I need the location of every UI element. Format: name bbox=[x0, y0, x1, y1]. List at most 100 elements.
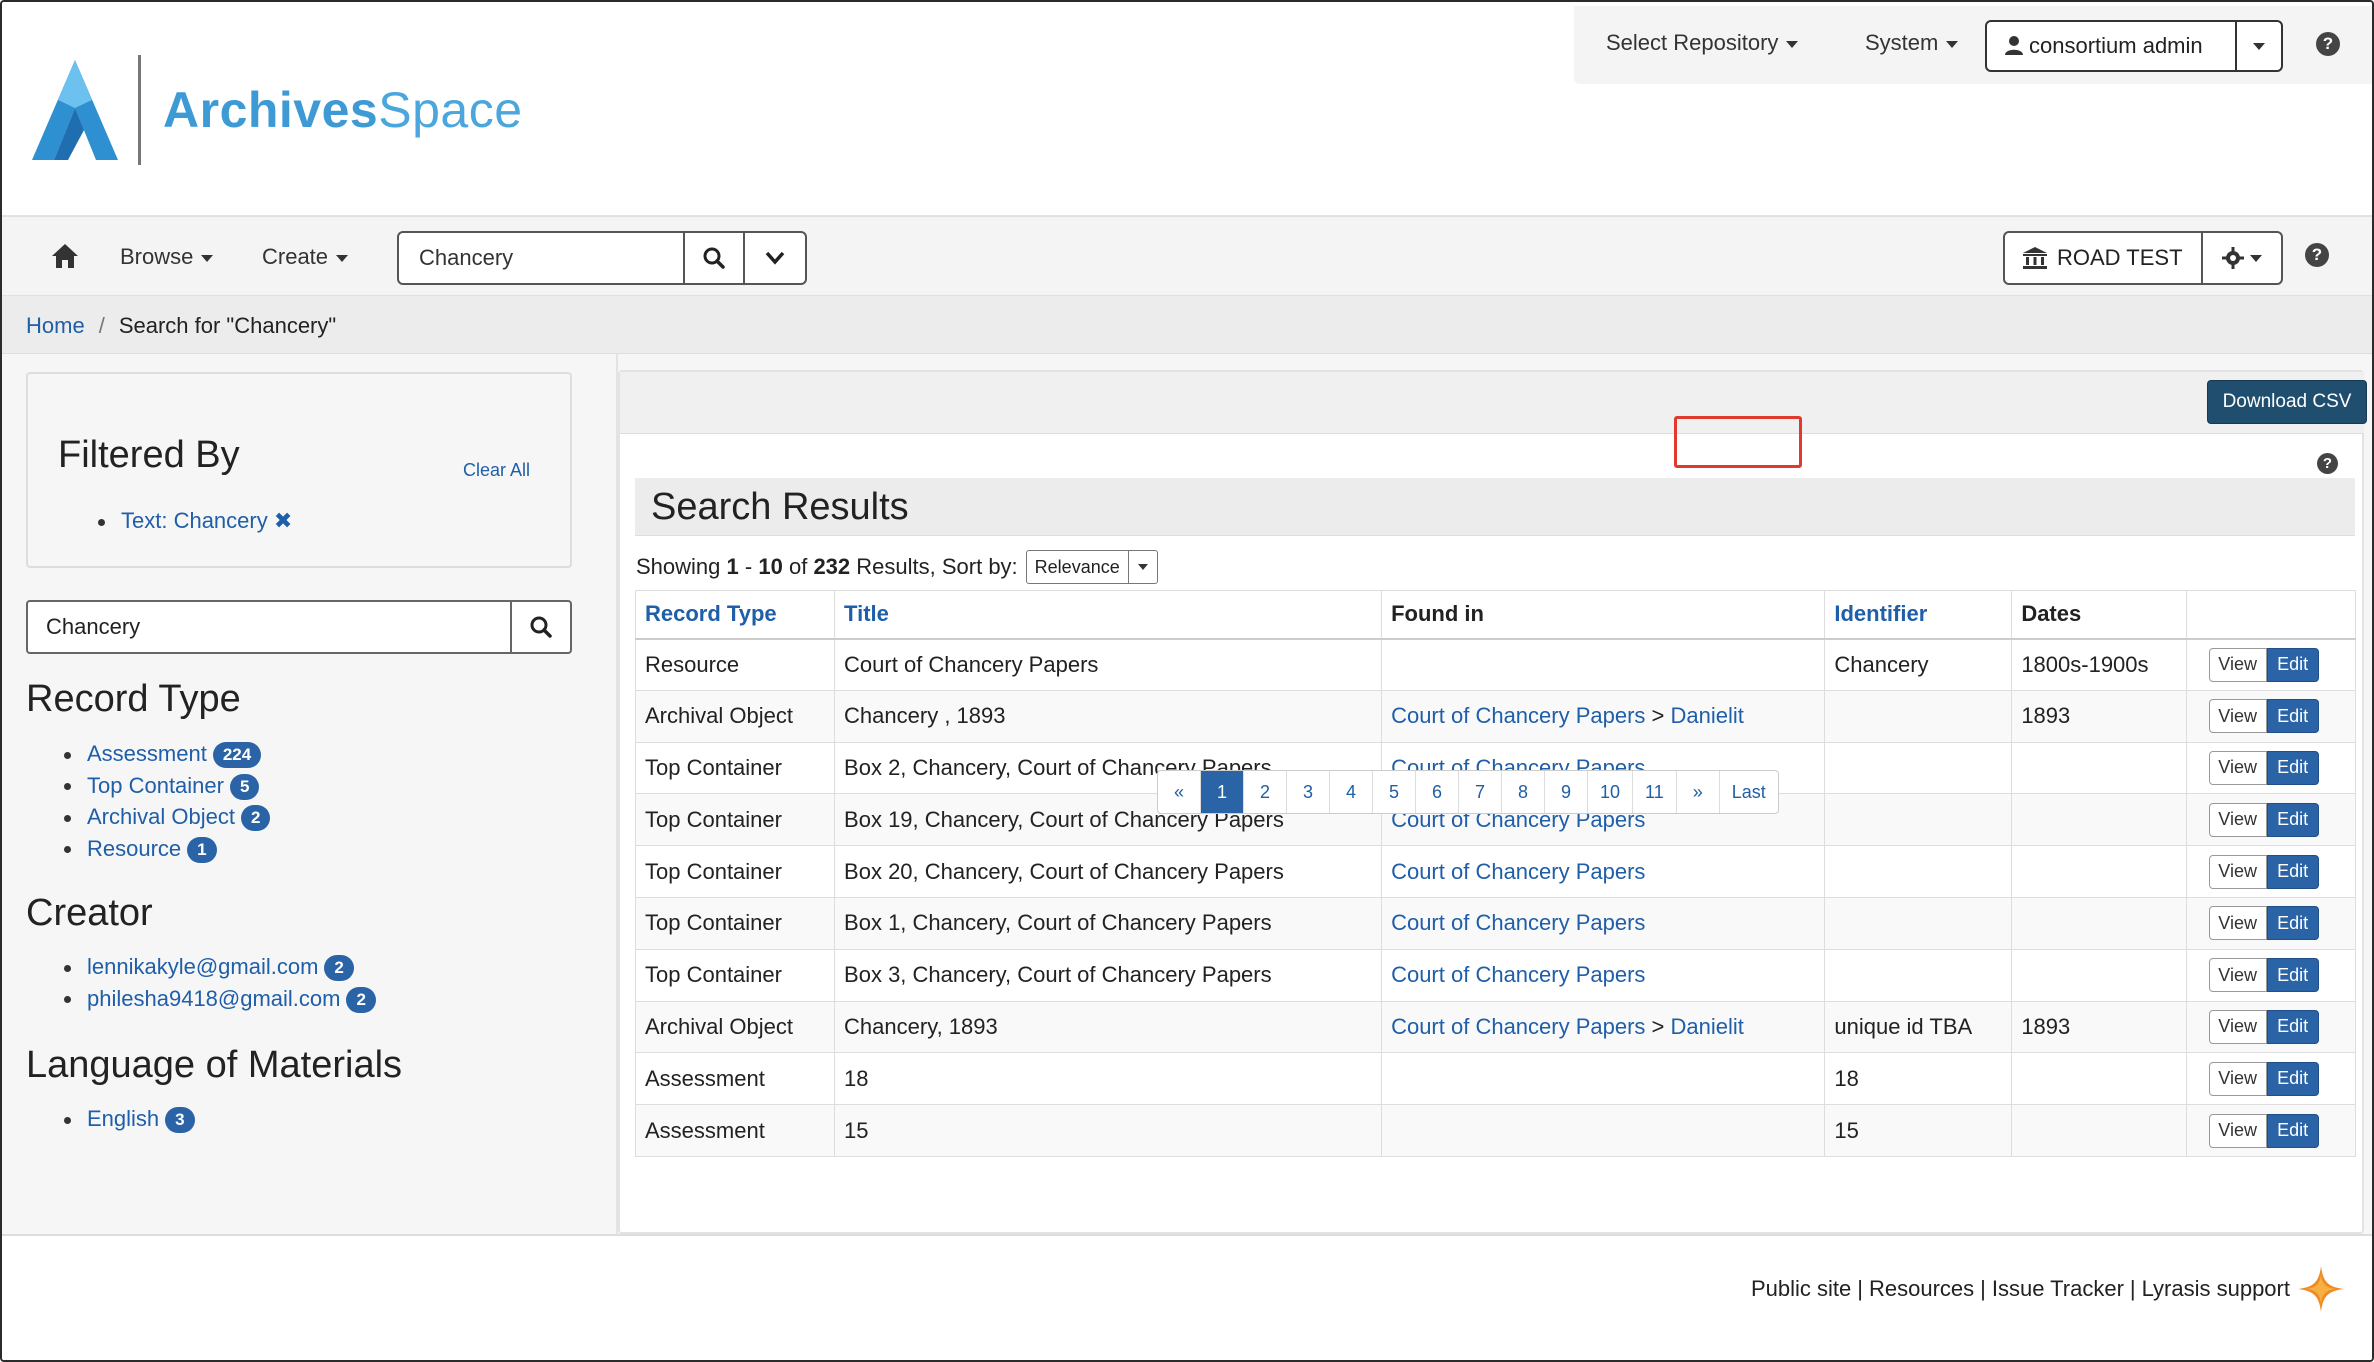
cell-title: 18 bbox=[834, 1052, 1383, 1106]
found-in-link[interactable]: Court of Chancery Papers bbox=[1391, 859, 1645, 884]
view-button[interactable]: View bbox=[2208, 1113, 2267, 1148]
found-in-link[interactable]: Court of Chancery Papers bbox=[1391, 1014, 1645, 1039]
page-link[interactable]: 4 bbox=[1330, 771, 1373, 813]
lyrasis-star-icon bbox=[2298, 1266, 2344, 1312]
facet-item[interactable]: lennikakyle@gmail.com 2 bbox=[64, 951, 376, 983]
view-button[interactable]: View bbox=[2208, 906, 2267, 941]
select-repository-dropdown[interactable]: Select Repository bbox=[1606, 30, 1799, 56]
view-button[interactable]: View bbox=[2208, 958, 2267, 993]
cell-identifier bbox=[1824, 896, 2013, 950]
browse-menu[interactable]: Browse bbox=[120, 244, 214, 270]
chevron-down-icon bbox=[336, 254, 349, 262]
system-menu[interactable]: System bbox=[1865, 30, 1959, 56]
create-menu[interactable]: Create bbox=[262, 244, 349, 270]
download-csv-button[interactable]: Download CSV bbox=[2207, 380, 2367, 424]
page-link[interactable]: « bbox=[1158, 771, 1201, 813]
column-header-identifier[interactable]: Identifier bbox=[1824, 590, 2013, 640]
cell-record-type: Top Container bbox=[634, 793, 836, 847]
page-link[interactable]: 7 bbox=[1459, 771, 1502, 813]
row-actions: View Edit bbox=[2208, 647, 2319, 682]
edit-button[interactable]: Edit bbox=[2266, 1009, 2319, 1044]
found-in-link[interactable]: Court of Chancery Papers bbox=[1391, 910, 1645, 935]
facet-item[interactable]: Top Container 5 bbox=[64, 770, 270, 802]
footer-link-lyrasis-support[interactable]: Lyrasis support bbox=[2142, 1276, 2290, 1301]
sidebar-search-button[interactable] bbox=[510, 600, 572, 654]
facet-item[interactable]: English 3 bbox=[64, 1103, 195, 1135]
edit-button[interactable]: Edit bbox=[2266, 647, 2319, 682]
found-in-sub-link[interactable]: Danielit bbox=[1671, 703, 1744, 728]
footer-link-public-site[interactable]: Public site bbox=[1751, 1276, 1851, 1301]
help-icon[interactable]: ? bbox=[2316, 32, 2340, 56]
facet-item[interactable]: philesha9418@gmail.com 2 bbox=[64, 983, 376, 1015]
footer-link-resources[interactable]: Resources bbox=[1869, 1276, 1974, 1301]
edit-button[interactable]: Edit bbox=[2266, 699, 2319, 734]
edit-button[interactable]: Edit bbox=[2266, 958, 2319, 993]
global-search-input[interactable]: Chancery bbox=[397, 231, 685, 285]
current-repository-button[interactable]: ROAD TEST bbox=[2003, 231, 2203, 285]
sort-by-select[interactable]: Relevance bbox=[1025, 550, 1158, 584]
page-link[interactable]: » bbox=[1677, 771, 1720, 813]
table-row: Archival Object Chancery , 1893 Court of C… bbox=[634, 689, 2357, 743]
page-link[interactable]: 2 bbox=[1244, 771, 1287, 813]
remove-filter-icon[interactable]: ✖ bbox=[274, 508, 292, 533]
sidebar-search-input[interactable]: Chancery bbox=[26, 600, 512, 654]
page-link[interactable]: 8 bbox=[1502, 771, 1545, 813]
breadcrumb-home[interactable]: Home bbox=[26, 313, 85, 338]
archivesspace-logo[interactable]: ArchivesSpace bbox=[32, 52, 523, 167]
facet-item[interactable]: Archival Object 2 bbox=[64, 801, 271, 833]
page-link[interactable]: Last bbox=[1720, 771, 1778, 813]
settings-menu-button[interactable] bbox=[2201, 231, 2283, 285]
edit-button[interactable]: Edit bbox=[2266, 906, 2319, 941]
view-button[interactable]: View bbox=[2208, 750, 2267, 785]
column-header-title[interactable]: Title bbox=[834, 590, 1383, 640]
page-link[interactable]: 6 bbox=[1416, 771, 1459, 813]
page-link[interactable]: 5 bbox=[1373, 771, 1416, 813]
table-row: Archival Object Chancery, 1893 Court of Ch… bbox=[634, 1000, 2357, 1054]
found-in-sub-link[interactable]: Danielit bbox=[1671, 1014, 1744, 1039]
cell-title: Box 20, Chancery, Court of Chancery Pape… bbox=[834, 845, 1383, 898]
view-button[interactable]: View bbox=[2208, 1009, 2267, 1044]
edit-button[interactable]: Edit bbox=[2266, 1061, 2319, 1096]
help-icon[interactable]: ? bbox=[2317, 453, 2338, 474]
footer-link-issue-tracker[interactable]: Issue Tracker bbox=[1992, 1276, 2124, 1301]
page-link[interactable]: 9 bbox=[1545, 771, 1588, 813]
help-icon[interactable]: ? bbox=[2305, 243, 2329, 267]
table-row: Top Container Box 3, Chancery, Court of C… bbox=[634, 948, 2357, 1002]
advanced-search-toggle[interactable] bbox=[743, 231, 807, 285]
view-button[interactable]: View bbox=[2208, 854, 2267, 889]
page-link[interactable]: 1 bbox=[1201, 771, 1244, 813]
row-actions: View Edit bbox=[2208, 1113, 2319, 1148]
cell-found-in bbox=[1381, 638, 1826, 691]
facet-item[interactable]: Assessment 224 bbox=[64, 738, 270, 770]
clear-all-filters-link[interactable]: Clear All bbox=[463, 460, 530, 481]
edit-button[interactable]: Edit bbox=[2266, 1113, 2319, 1148]
home-icon[interactable] bbox=[50, 241, 80, 271]
view-button[interactable]: View bbox=[2208, 802, 2267, 837]
footer-links: Public site | Resources | Issue Tracker | Lyra… bbox=[1750, 1276, 2290, 1301]
site-footer: Public site | Resources | Issue Tracker | Lyra… bbox=[2, 1234, 2372, 1360]
found-in-link[interactable]: Court of Chancery Papers bbox=[1391, 962, 1645, 987]
cell-actions: View Edit bbox=[2185, 1104, 2357, 1157]
global-search-button[interactable] bbox=[683, 231, 745, 285]
chevron-down-icon bbox=[2253, 42, 2265, 50]
site-header: ArchivesSpace Select Repository System c… bbox=[2, 2, 2372, 216]
facet-item[interactable]: Resource 1 bbox=[64, 833, 270, 865]
row-actions: View Edit bbox=[2208, 958, 2319, 993]
main-navbar: Browse Create Chancery ROAD TEST ? bbox=[2, 216, 2372, 296]
column-header-record-type[interactable]: Record Type bbox=[634, 590, 836, 640]
edit-button[interactable]: Edit bbox=[2266, 802, 2319, 837]
page-link[interactable]: 11 bbox=[1633, 771, 1677, 813]
page-link[interactable]: 10 bbox=[1588, 771, 1634, 813]
view-button[interactable]: View bbox=[2208, 647, 2267, 682]
chevron-down-icon bbox=[201, 254, 214, 262]
found-in-link[interactable]: Court of Chancery Papers bbox=[1391, 703, 1645, 728]
edit-button[interactable]: Edit bbox=[2266, 854, 2319, 889]
table-row: Assessment 15 15 View Edit bbox=[634, 1104, 2357, 1157]
user-menu-toggle[interactable] bbox=[2235, 20, 2283, 72]
view-button[interactable]: View bbox=[2208, 699, 2267, 734]
edit-button[interactable]: Edit bbox=[2266, 750, 2319, 785]
cell-actions: View Edit bbox=[2185, 845, 2357, 898]
view-button[interactable]: View bbox=[2208, 1061, 2267, 1096]
page-link[interactable]: 3 bbox=[1287, 771, 1330, 813]
user-menu-button[interactable]: consortium admin bbox=[1985, 20, 2237, 72]
